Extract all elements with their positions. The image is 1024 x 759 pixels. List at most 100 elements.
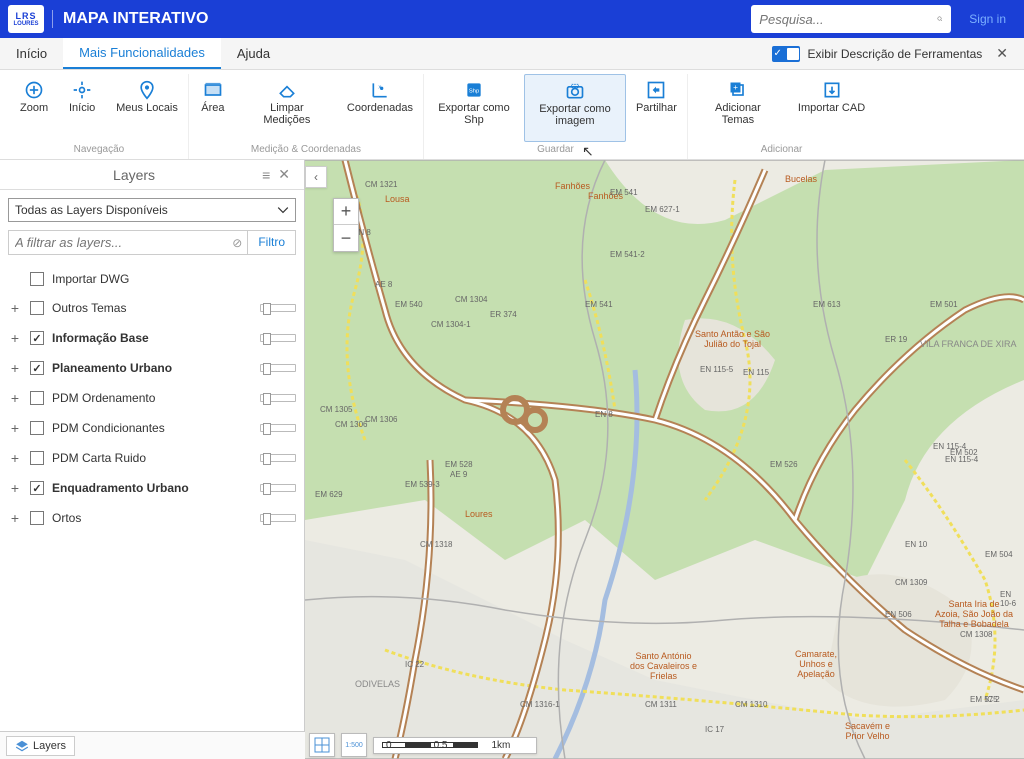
zoom-out-button[interactable]: − [334, 225, 358, 251]
filter-input[interactable] [9, 231, 227, 254]
ribbon-label: Partilhar [636, 102, 677, 114]
opacity-slider[interactable] [260, 454, 296, 462]
layer-name[interactable]: Outros Temas [52, 301, 252, 315]
layers-list: Importar DWG + Outros Temas + Informação Bas… [4, 265, 300, 533]
layer-name[interactable]: PDM Carta Ruido [52, 451, 252, 465]
expand-icon[interactable]: + [8, 330, 22, 346]
ribbon-partilhar[interactable]: Partilhar [626, 74, 687, 142]
layer-item: + Ortos [4, 503, 300, 533]
collapse-panel-button[interactable]: ‹ [305, 166, 327, 188]
svg-text:Shp: Shp [469, 89, 479, 95]
filter-row: ⊘ Filtro [8, 230, 296, 255]
ribbon-label: Adicionar Temas [698, 102, 778, 126]
add-layer-icon: + [728, 80, 748, 100]
layer-item: Importar DWG [4, 265, 300, 293]
zoom-controls: + − [333, 198, 359, 252]
ribbon-área[interactable]: Área [189, 74, 237, 142]
side-tabs: Layers [0, 731, 305, 759]
clear-filter-icon[interactable]: ⊘ [227, 231, 247, 254]
menu-ajuda[interactable]: Ajuda [221, 38, 286, 69]
layer-item: + Enquadramento Urbano [4, 473, 300, 503]
layer-checkbox[interactable] [30, 421, 44, 435]
ribbon-label: Área [201, 102, 224, 114]
menu-mais-funcionalidades[interactable]: Mais Funcionalidades [63, 38, 221, 69]
expand-icon[interactable]: + [8, 390, 22, 406]
opacity-slider[interactable] [260, 484, 296, 492]
scale-end: 1km [491, 740, 510, 751]
layer-name[interactable]: Planeamento Urbano [52, 361, 252, 375]
layer-checkbox[interactable] [30, 451, 44, 465]
zoom-in-button[interactable]: + [334, 199, 358, 225]
layer-checkbox[interactable] [30, 511, 44, 525]
toggle-label: Exibir Descrição de Ferramentas [808, 47, 983, 61]
coord-grid-button[interactable] [309, 733, 335, 757]
layers-icon [15, 739, 29, 753]
opacity-slider[interactable] [260, 424, 296, 432]
ribbon-label: Exportar como imagem [535, 103, 615, 127]
ribbon-label: Exportar como Shp [434, 102, 514, 126]
signin-link[interactable]: Sign in [959, 12, 1016, 26]
app-title: MAPA INTERATIVO [52, 10, 208, 28]
opacity-slider[interactable] [260, 304, 296, 312]
ribbon-label: Meus Locais [116, 102, 178, 114]
opacity-slider[interactable] [260, 394, 296, 402]
opacity-slider[interactable] [260, 514, 296, 522]
ribbon-coordenadas[interactable]: xCoordenadas [337, 74, 423, 142]
map-viewport[interactable]: LousaFanhõesFanhõesBucelasSanto Antão e … [305, 160, 1024, 759]
layer-name[interactable]: PDM Ordenamento [52, 391, 252, 405]
search-box[interactable] [751, 5, 951, 33]
layer-name[interactable]: PDM Condicionantes [52, 421, 252, 435]
ribbon-label: Coordenadas [347, 102, 413, 114]
main-area: Layers ≡ ✕ Todas as Layers Disponíveis ⊘… [0, 160, 1024, 759]
panel-close-icon[interactable]: ✕ [274, 166, 294, 183]
layer-checkbox[interactable] [30, 481, 44, 495]
ribbon-label: Limpar Medições [247, 102, 327, 126]
filter-button[interactable]: Filtro [247, 231, 295, 254]
logo-text-bot: LOURES [13, 21, 38, 27]
map-canvas [305, 160, 1024, 759]
layer-name[interactable]: Enquadramento Urbano [52, 481, 252, 495]
layers-dropdown[interactable]: Todas as Layers Disponíveis [8, 198, 296, 222]
import-cad-icon [822, 80, 842, 100]
ribbon-zoom[interactable]: Zoom [10, 74, 58, 142]
panel-menu-icon[interactable]: ≡ [258, 167, 274, 183]
toggle-tool-descriptions[interactable]: Exibir Descrição de Ferramentas ✕ [762, 38, 1024, 69]
ribbon-adicionar-temas[interactable]: +Adicionar Temas [688, 74, 788, 142]
scale-text-button[interactable]: 1:500 [341, 733, 367, 757]
layer-checkbox[interactable] [30, 391, 44, 405]
ribbon-group-name: Medição & Coordenadas [251, 142, 361, 159]
ribbon-início[interactable]: Início [58, 74, 106, 142]
search-input[interactable] [759, 12, 937, 27]
expand-icon[interactable]: + [8, 360, 22, 376]
ribbon-importar-cad[interactable]: Importar CAD [788, 74, 875, 142]
layer-checkbox[interactable] [30, 301, 44, 315]
target-icon [72, 80, 92, 100]
dropdown-value: Todas as Layers Disponíveis [15, 203, 277, 217]
expand-icon[interactable]: + [8, 420, 22, 436]
ribbon-exportar-como-imagem[interactable]: Exportar como imagem [524, 74, 626, 142]
close-toggle-icon[interactable]: ✕ [990, 45, 1014, 62]
expand-icon[interactable]: + [8, 300, 22, 316]
expand-icon[interactable]: + [8, 510, 22, 526]
opacity-slider[interactable] [260, 334, 296, 342]
layer-name[interactable]: Ortos [52, 511, 252, 525]
ribbon-group-name: Adicionar [761, 142, 803, 159]
tab-layers[interactable]: Layers [6, 736, 75, 756]
opacity-slider[interactable] [260, 364, 296, 372]
ribbon-group: +Adicionar TemasImportar CADAdicionar [688, 74, 875, 159]
layer-checkbox[interactable] [30, 331, 44, 345]
ribbon-label: Início [69, 102, 95, 114]
shp-icon: Shp [464, 80, 484, 100]
layer-name[interactable]: Importar DWG [52, 272, 296, 286]
expand-icon[interactable]: + [8, 480, 22, 496]
ribbon-exportar-como-shp[interactable]: Shp Exportar como Shp [424, 74, 524, 142]
layer-item: + PDM Condicionantes [4, 413, 300, 443]
expand-icon[interactable]: + [8, 450, 22, 466]
ribbon-limpar-medições[interactable]: Limpar Medições [237, 74, 337, 142]
layer-name[interactable]: Informação Base [52, 331, 252, 345]
ribbon-meus-locais[interactable]: Meus Locais [106, 74, 188, 142]
layer-checkbox[interactable] [30, 361, 44, 375]
menu-inicio[interactable]: Início [0, 38, 63, 69]
pin-icon [137, 80, 157, 100]
layer-checkbox[interactable] [30, 272, 44, 286]
